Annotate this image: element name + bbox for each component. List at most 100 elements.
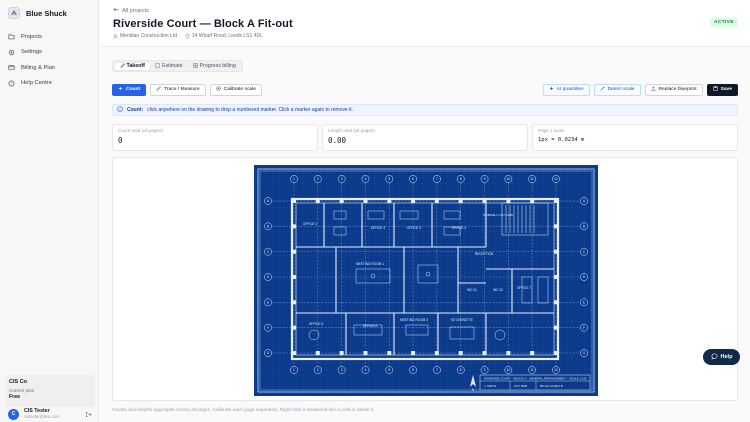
detect-scale-button[interactable]: Detect scale (593, 83, 641, 96)
upload-icon (651, 86, 656, 93)
gear-icon (8, 49, 15, 56)
page-title: Riverside Court — Block A Fit-out (113, 18, 293, 30)
structural-post (506, 351, 511, 355)
structural-post (292, 199, 296, 203)
info-text: click anywhere on the drawing to drop a … (147, 107, 354, 113)
room-label: WC 02 (493, 288, 503, 292)
structural-post (554, 249, 558, 254)
sidebar-nav: Projects Settings Billing & Plan ? Help … (0, 26, 98, 94)
back-link-label: All projects (122, 7, 149, 14)
count-button[interactable]: Count (112, 83, 147, 96)
help-button[interactable]: Help (703, 349, 740, 365)
structural-post (554, 224, 558, 229)
sidebar-item-label: Billing & Plan (21, 64, 56, 71)
brand[interactable]: Blue Shuck (0, 0, 98, 26)
plan-label: Current plan (9, 388, 35, 393)
toolbar: Count Trace / Measure Calibrate scale AI (112, 83, 738, 96)
tabs: Takeoff Estimate Progress billing (112, 60, 244, 72)
grid-column-top-label: 11 (530, 177, 534, 181)
page-scale-value: 1px = 0.0234 m (538, 137, 585, 143)
length-total-card: Length total (all pages) 0.00 (322, 124, 528, 151)
grid-column-bottom-label: 10 (506, 368, 510, 372)
main: All projects Riverside Court — Block A F… (100, 0, 750, 422)
grid-column-bottom-label: 3 (341, 368, 343, 372)
ruler-icon (156, 86, 161, 93)
wand-icon (600, 86, 605, 93)
room-label: OFFICE 3 (407, 226, 422, 230)
sidebar: Blue Shuck Projects Settings Billing & P… (0, 0, 99, 422)
pin-icon (185, 33, 190, 39)
sidebar-item-label: Projects (21, 33, 42, 40)
room-label: WC 01 (467, 288, 477, 292)
grid-column-bottom-label: 9 (484, 368, 486, 372)
replace-blueprint-label: Replace blueprint (658, 87, 697, 92)
ruler-icon (119, 62, 125, 70)
structural-post (411, 351, 416, 355)
count-instructions: Count: click anywhere on the drawing to … (112, 104, 738, 116)
blueprint-drawing[interactable]: OFFICE 1 OFFICE 2 OFFICE 3 OFFICE 4 OFFI… (254, 165, 598, 396)
replace-blueprint-button[interactable]: Replace blueprint (644, 83, 703, 96)
structural-post (315, 351, 320, 355)
structural-post (554, 351, 558, 355)
structural-post (339, 199, 344, 203)
grid-column-bottom-label: 11 (530, 368, 534, 372)
structural-post (292, 325, 296, 330)
ai-quantities-label: AI quantities (556, 87, 584, 92)
help-label: Help (720, 354, 733, 360)
calibrate-scale-button[interactable]: Calibrate scale (209, 83, 262, 96)
structural-post (506, 199, 511, 203)
help-icon: ? (8, 80, 15, 87)
arrow-left-icon (113, 7, 119, 14)
structural-post (292, 275, 296, 279)
structural-post (434, 351, 439, 355)
sidebar-item-billing[interactable]: Billing & Plan (6, 60, 92, 76)
logout-icon[interactable] (85, 411, 92, 418)
footer-note: Counts and lengths aggregate across all … (112, 407, 375, 412)
structural-post (387, 199, 392, 203)
room-label: OFFICE 7 (517, 286, 532, 290)
back-link[interactable]: All projects (113, 7, 738, 14)
length-total-value: 0.00 (328, 136, 347, 145)
grid-row-left-label: F (267, 326, 269, 330)
tab-estimate[interactable]: Estimate (150, 62, 188, 70)
plan-name: Free (9, 394, 20, 400)
user-row[interactable]: C CIS Tester cistester@test.com (5, 407, 95, 421)
card-icon (8, 64, 15, 71)
stat-label: Length total (all pages) (328, 128, 375, 133)
grid-row-right-label: F (583, 326, 585, 330)
trace-measure-button[interactable]: Trace / Measure (150, 83, 206, 96)
chat-icon (710, 353, 718, 362)
tab-progress-billing[interactable]: Progress billing (188, 62, 241, 70)
company: Meridian Construction Ltd (113, 33, 177, 39)
sidebar-item-projects[interactable]: Projects (6, 29, 92, 45)
user-email: cistester@test.com (24, 414, 60, 420)
structural-post (554, 325, 558, 330)
takeoff-content: Takeoff Estimate Progress billing Count … (100, 47, 750, 422)
room-label: OFFICE 1 (303, 222, 318, 226)
ai-quantities-button[interactable]: AI quantities (542, 83, 590, 96)
drawing-canvas[interactable]: OFFICE 1 OFFICE 2 OFFICE 3 OFFICE 4 OFFI… (112, 157, 738, 401)
sidebar-item-settings[interactable]: Settings (6, 45, 92, 61)
structural-post (411, 199, 416, 203)
grid-column-top-label: 12 (554, 177, 558, 181)
count-total-card: Count total (all pages) 0 (112, 124, 318, 151)
structural-post (554, 199, 558, 203)
room-label: OFFICE 2 (371, 226, 386, 230)
save-button[interactable]: Save (706, 83, 738, 96)
grid-column-top-label: 5 (388, 177, 390, 181)
sidebar-item-help[interactable]: ? Help Centre (6, 76, 92, 92)
stat-label: Page 1 scale (538, 128, 565, 133)
room-label: MEETING ROOM 2 (400, 318, 428, 322)
tab-takeoff[interactable]: Takeoff (114, 62, 150, 70)
structural-post (434, 199, 439, 203)
project-meta: Meridian Construction Ltd 14 Wharf Road,… (113, 33, 738, 39)
avatar: C (8, 408, 19, 420)
target-icon (215, 86, 221, 93)
grid-column-top-label: 6 (412, 177, 414, 181)
structural-post (554, 300, 558, 305)
grid-column-bottom-label: 7 (436, 368, 438, 372)
grid-column-bottom-label: 12 (554, 368, 558, 372)
room-label: OFFICE 6 (363, 324, 378, 328)
org-card[interactable]: CIS Co Current plan Free (5, 375, 95, 407)
address: 14 Wharf Road, Leeds LS1 4DL (185, 33, 263, 39)
